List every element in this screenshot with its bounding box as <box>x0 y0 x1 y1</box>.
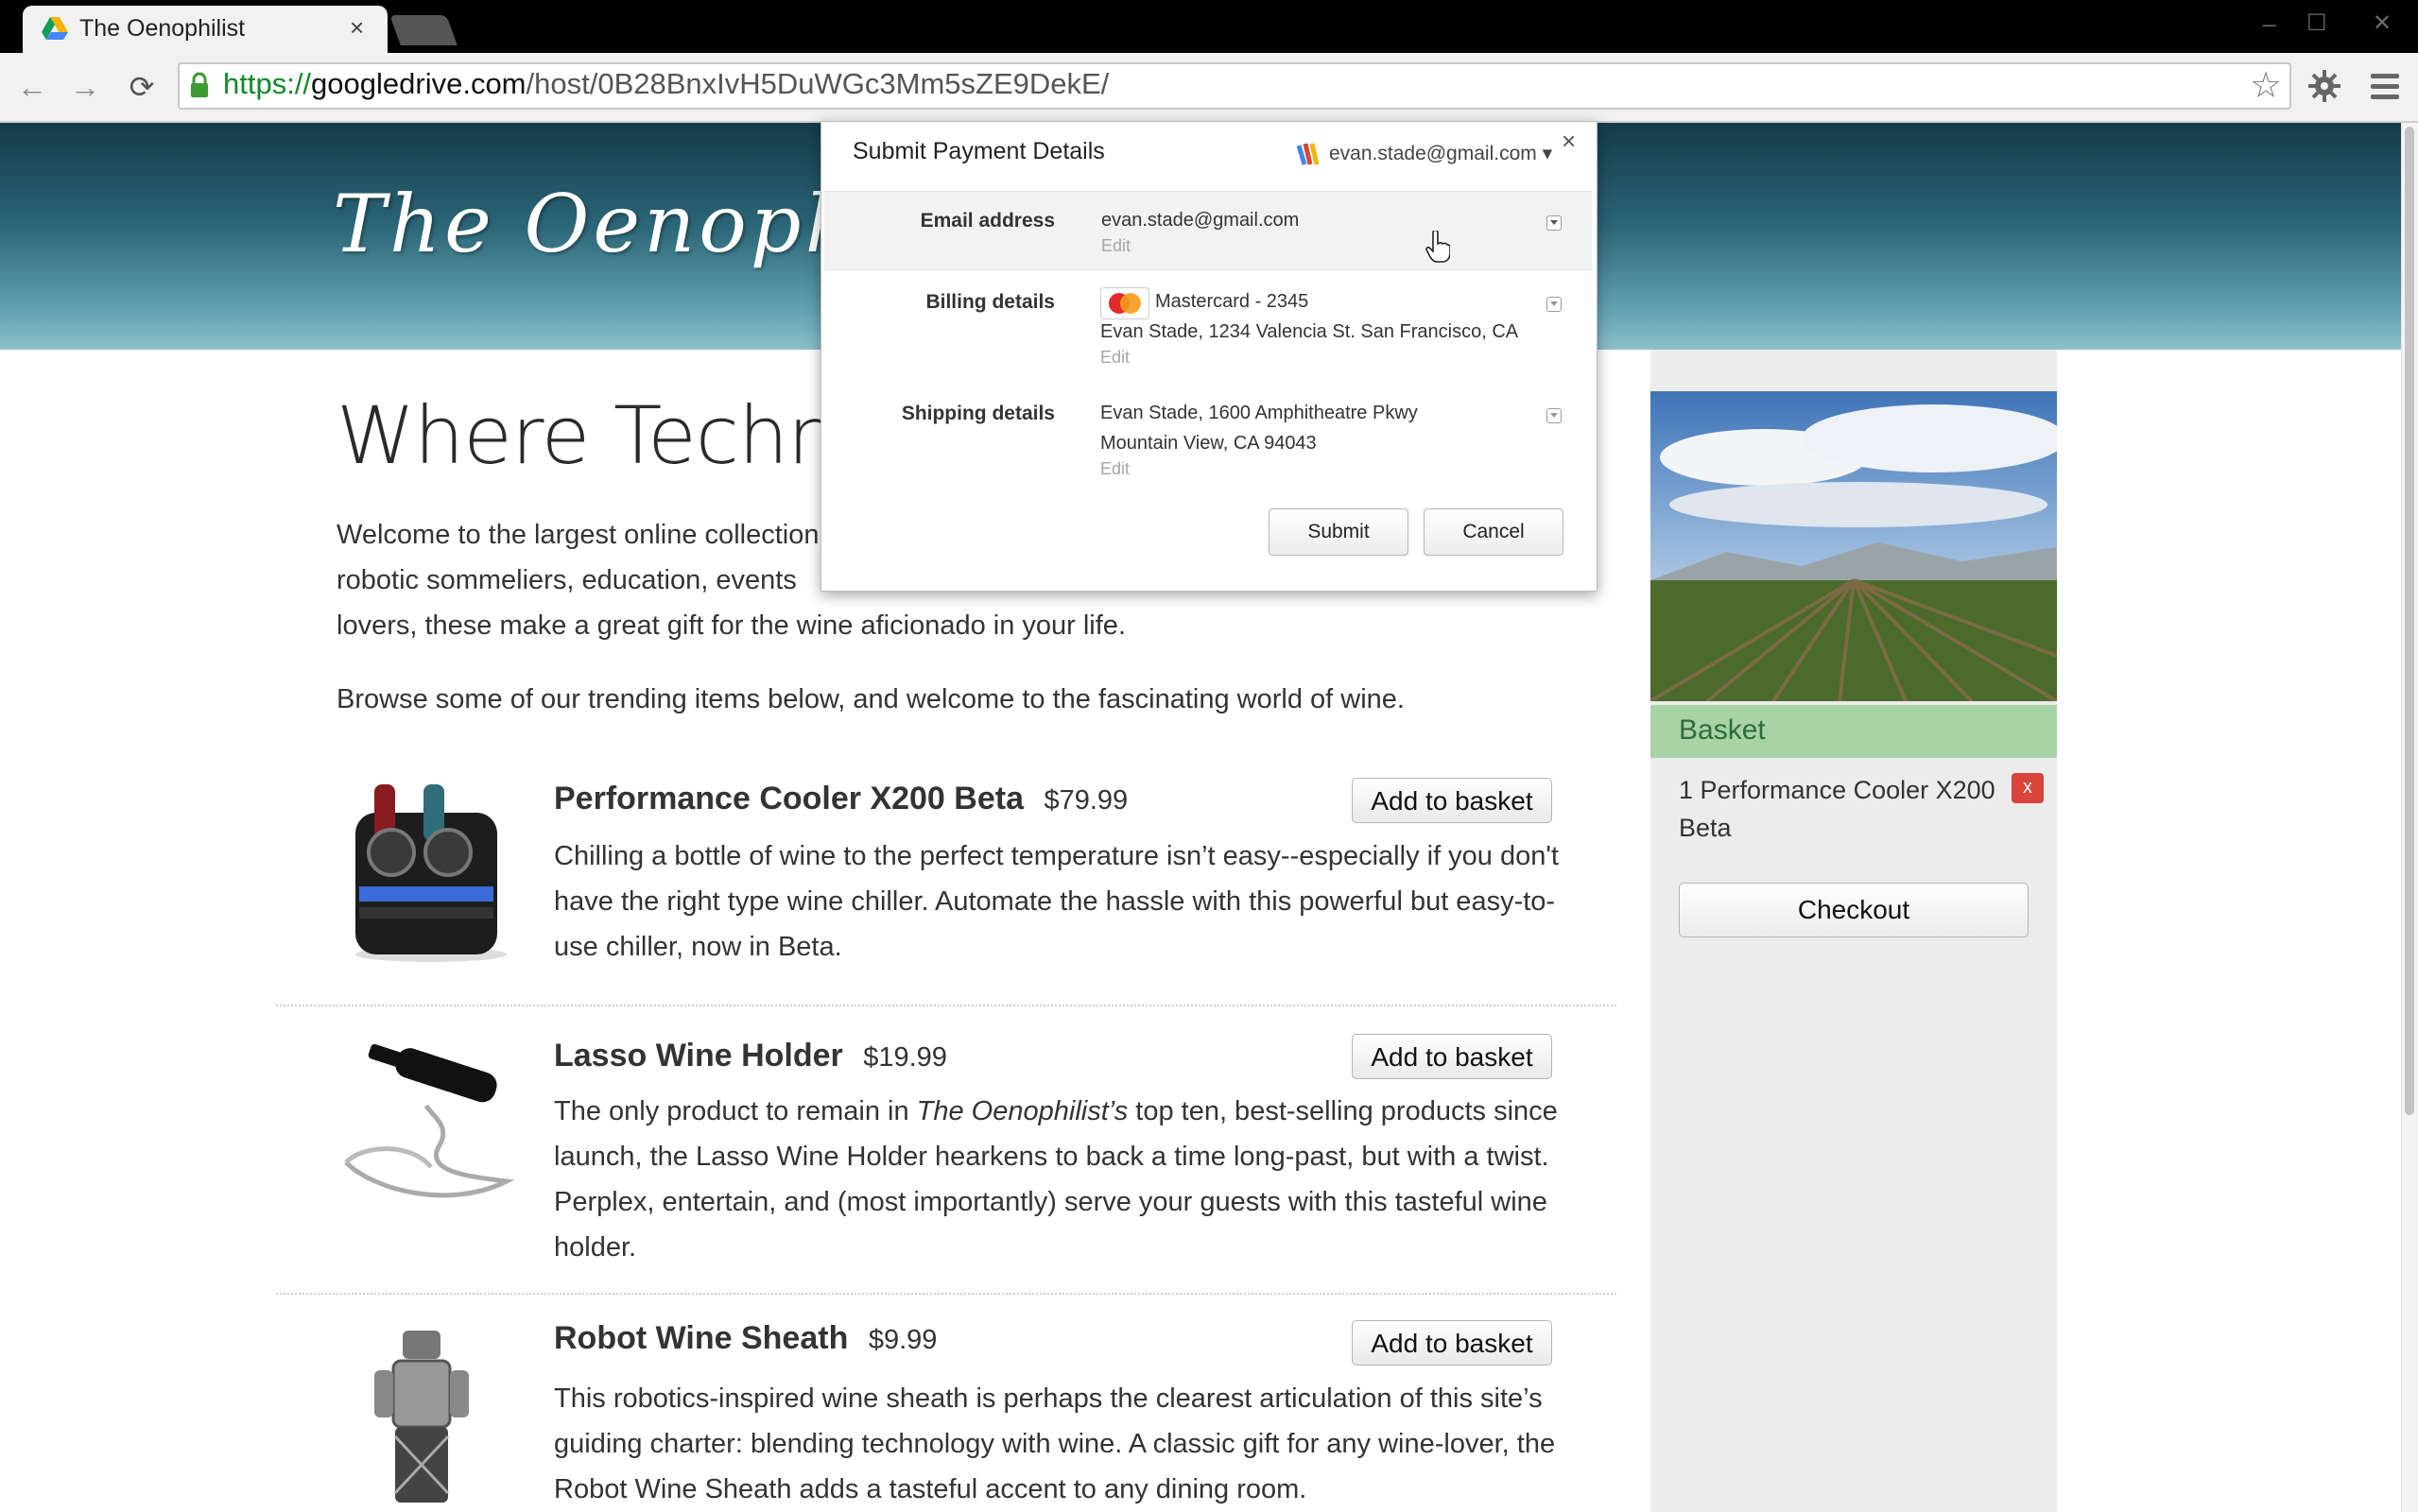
product-description: This robotics-inspired wine sheath is pe… <box>554 1383 1556 1504</box>
product-price: $9.99 <box>868 1325 938 1355</box>
add-to-basket-button[interactable]: Add to basket <box>1352 1034 1552 1079</box>
product-name[interactable]: Performance Cooler X200 Beta $79.99 <box>554 781 1128 817</box>
shipping-edit-link[interactable]: Edit <box>1100 459 1130 479</box>
tab-title: The Oenophilist <box>79 15 246 42</box>
window-close-icon[interactable]: ✕ <box>2373 9 2392 37</box>
submit-button[interactable]: Submit <box>1269 508 1408 556</box>
shipping-line-1: Evan Stade, 1600 Amphitheatre Pkwy <box>1100 403 1418 423</box>
robot-wine-sheath-image <box>374 1331 469 1503</box>
minimize-icon[interactable]: _ <box>2263 2 2275 28</box>
basket-item: 1 Performance Cooler X200 Beta <box>1679 776 1995 842</box>
wine-cooler-image <box>355 784 507 962</box>
bookmark-star-icon[interactable]: ☆ <box>2250 68 2282 104</box>
billing-label: Billing details <box>925 291 1055 313</box>
url-text[interactable]: https://googledrive.com/host/0B28BnxIvH5… <box>223 67 1109 101</box>
shipping-label: Shipping details <box>901 403 1055 424</box>
add-to-basket-button[interactable]: Add to basket <box>1352 778 1552 823</box>
browse-text: Browse some of our trending items below,… <box>337 684 1405 714</box>
scrollbar-thumb[interactable] <box>2405 127 2414 1115</box>
lock-icon <box>191 72 208 97</box>
tab-close-icon[interactable]: × <box>350 13 364 43</box>
product-price: $79.99 <box>1044 785 1129 816</box>
back-icon[interactable]: ← <box>13 68 51 106</box>
hand-cursor-icon <box>1425 231 1450 263</box>
url-host: googledrive.com <box>311 67 527 100</box>
email-edit-link[interactable]: Edit <box>1101 236 1131 256</box>
forward-icon[interactable]: → <box>66 68 104 106</box>
dialog-title: Submit Payment Details <box>853 138 1105 164</box>
email-label: Email address <box>920 210 1055 232</box>
account-selector[interactable]: evan.stade@gmail.com ▾ <box>1329 142 1552 165</box>
reload-icon[interactable]: ⟳ <box>123 68 161 106</box>
email-dropdown-icon[interactable] <box>1546 215 1562 231</box>
url-path: /host/0B28BnxIvH5DuWGc3Mm5sZE9DekE/ <box>526 67 1110 100</box>
billing-card: Mastercard - 2345 <box>1155 291 1309 312</box>
drive-favicon-icon <box>42 17 68 40</box>
product-description: Chilling a bottle of wine to the perfect… <box>554 841 1559 962</box>
intro-line-1: Welcome to the largest online collection <box>337 520 820 550</box>
chrome-menu-icon[interactable] <box>2371 74 2399 100</box>
maximize-icon[interactable]: ☐ <box>2306 9 2327 37</box>
url-scheme: https:// <box>223 67 312 100</box>
cancel-button[interactable]: Cancel <box>1424 508 1563 556</box>
product-divider <box>276 1293 1616 1295</box>
intro-line-2: robotic sommeliers, education, events <box>337 565 797 595</box>
billing-edit-link[interactable]: Edit <box>1100 348 1130 368</box>
billing-address: Evan Stade, 1234 Valencia St. San Franci… <box>1100 321 1519 342</box>
product-name[interactable]: Robot Wine Sheath $9.99 <box>554 1320 937 1357</box>
billing-dropdown-icon[interactable] <box>1546 297 1562 312</box>
intro-line-3: lovers, these make a great gift for the … <box>337 610 1126 641</box>
google-wallet-icon <box>1296 143 1320 165</box>
remove-item-button[interactable]: x <box>2012 773 2044 803</box>
extension-icon[interactable] <box>2305 66 2344 106</box>
dialog-close-icon[interactable]: × <box>1562 127 1576 156</box>
shipping-line-2: Mountain View, CA 94043 <box>1100 433 1317 454</box>
checkout-button[interactable]: Checkout <box>1679 883 2029 937</box>
add-to-basket-button[interactable]: Add to basket <box>1352 1320 1552 1366</box>
new-tab-button[interactable] <box>389 15 458 45</box>
basket-title: Basket <box>1679 714 1766 746</box>
mastercard-icon <box>1100 287 1149 319</box>
product-divider <box>276 1005 1616 1006</box>
product-description: The only product to remain in The Oenoph… <box>554 1096 1558 1263</box>
product-price: $19.99 <box>863 1042 947 1073</box>
brand-emphasis: The Oenophilist’s <box>916 1096 1129 1126</box>
shipping-dropdown-icon[interactable] <box>1546 408 1562 423</box>
email-value: evan.stade@gmail.com <box>1101 210 1300 231</box>
vineyard-photo <box>1650 391 2057 701</box>
product-name[interactable]: Lasso Wine Holder $19.99 <box>554 1038 947 1074</box>
lasso-wine-holder-image <box>344 1043 515 1198</box>
